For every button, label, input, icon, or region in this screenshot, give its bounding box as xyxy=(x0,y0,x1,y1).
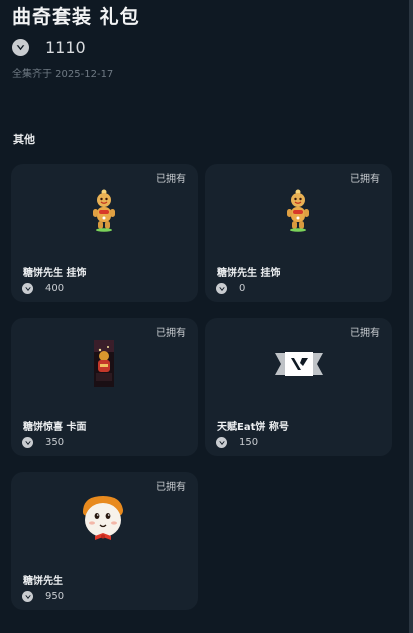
owned-badge: 已拥有 xyxy=(156,174,186,185)
item-price: 350 xyxy=(45,437,65,448)
bundle-title: 曲奇套装 礼包 xyxy=(12,6,140,28)
owned-badge: 已拥有 xyxy=(350,328,380,339)
bundle-price: 1110 xyxy=(45,38,86,57)
item-name: 天赋Eat饼 称号 xyxy=(217,422,289,433)
player-card-image xyxy=(94,340,114,391)
valorant-points-icon xyxy=(12,39,29,56)
owned-badge: 已拥有 xyxy=(350,174,380,185)
item-price: 150 xyxy=(239,437,259,448)
title-banner-icon xyxy=(275,350,323,382)
item-card[interactable]: 已拥有 糖饼惊喜 卡面 350 xyxy=(11,318,198,456)
valorant-points-icon xyxy=(216,283,227,294)
gingerbread-charm-image xyxy=(285,188,311,236)
valorant-points-icon xyxy=(22,591,33,602)
item-price-row: 950 xyxy=(22,591,64,602)
valorant-points-icon xyxy=(22,437,33,448)
item-card[interactable]: 已拥有 糖饼先生 挂饰 400 xyxy=(11,164,198,302)
item-name: 糖饼先生 挂饰 xyxy=(217,268,281,279)
completion-date: 全集齐于 2025-12-17 xyxy=(12,69,114,80)
owned-badge: 已拥有 xyxy=(156,482,186,493)
item-price-row: 350 xyxy=(22,437,64,448)
item-price: 0 xyxy=(239,283,246,294)
scrollbar-track[interactable] xyxy=(409,0,413,633)
bundle-price-row: 1110 xyxy=(12,38,140,57)
item-name: 糖饼先生 xyxy=(23,576,63,587)
owned-badge: 已拥有 xyxy=(156,328,186,339)
gingerbread-charm-image xyxy=(91,188,117,236)
bundle-header: 曲奇套装 礼包 1110 全集齐于 2025-12-17 xyxy=(12,4,140,80)
item-card[interactable]: 已拥有 糖饼先生 挂饰 0 xyxy=(205,164,392,302)
item-card[interactable]: 已拥有 天赋Eat饼 称号 150 xyxy=(205,318,392,456)
item-price: 950 xyxy=(45,591,65,602)
item-price-row: 400 xyxy=(22,283,64,294)
valorant-points-icon xyxy=(22,283,33,294)
item-price-row: 0 xyxy=(216,283,245,294)
valorant-points-icon xyxy=(216,437,227,448)
item-card[interactable]: 已拥有 糖饼先生 950 xyxy=(11,472,198,610)
section-label: 其他 xyxy=(13,133,35,146)
item-name: 糖饼惊喜 卡面 xyxy=(23,422,87,433)
item-price-row: 150 xyxy=(216,437,258,448)
item-price: 400 xyxy=(45,283,65,294)
spray-image xyxy=(77,492,129,546)
item-name: 糖饼先生 挂饰 xyxy=(23,268,87,279)
